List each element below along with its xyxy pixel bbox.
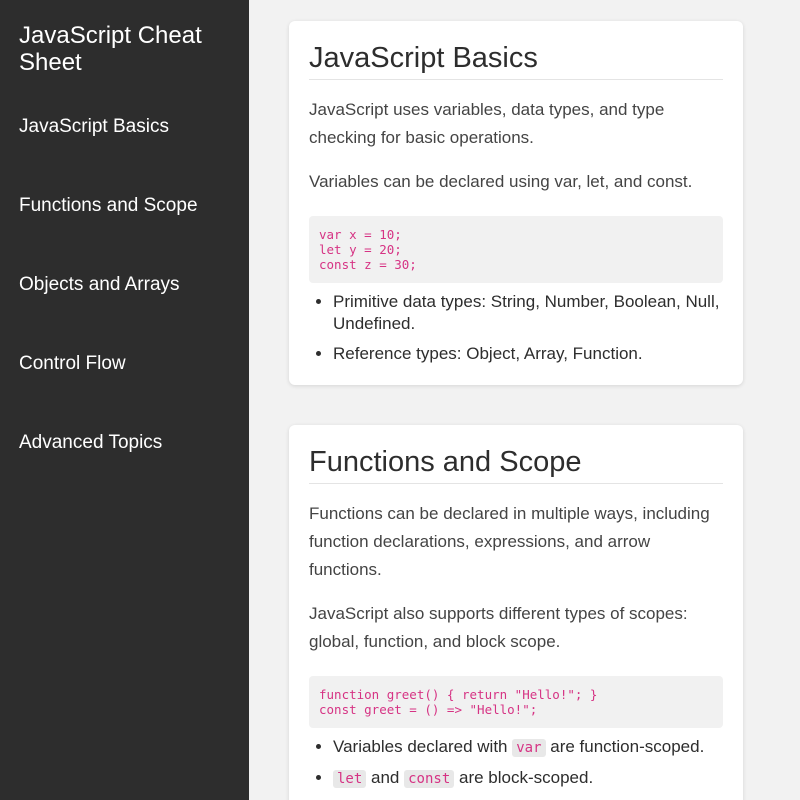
sidebar-item-objects-and-arrays[interactable]: Objects and Arrays [19,274,229,296]
code-block: var x = 10; let y = 20; const z = 30; [309,216,723,283]
section-paragraph: JavaScript uses variables, data types, a… [309,100,665,147]
inline-code: let [333,770,367,788]
section-card-functions-and-scope: Functions and Scope Functions can be dec… [289,425,743,800]
sidebar-item-functions-and-scope[interactable]: Functions and Scope [19,195,229,217]
main-content[interactable]: JavaScript Basics JavaScript uses variab… [249,0,800,800]
sidebar-nav: JavaScript Basics Functions and Scope Ob… [19,116,229,454]
list-item-text: are function-scoped. [545,737,705,756]
section-paragraph: JavaScript also supports different types… [309,604,688,651]
code-block: function greet() { return "Hello!"; } co… [309,676,723,728]
sidebar: JavaScript Cheat Sheet JavaScript Basics… [0,0,249,800]
section-title: JavaScript Basics [309,41,723,80]
bullet-list: Primitive data types: String, Number, Bo… [309,291,723,365]
sidebar-item-javascript-basics[interactable]: JavaScript Basics [19,116,229,138]
page-layout: JavaScript Cheat Sheet JavaScript Basics… [0,0,800,800]
list-item: Variables declared with var are function… [333,736,723,759]
section-paragraph: Variables can be declared using var, let… [309,172,693,191]
section-title: Functions and Scope [309,445,723,484]
bullet-list: Variables declared with var are function… [309,736,723,790]
inline-code: var [512,739,546,757]
sidebar-item-control-flow[interactable]: Control Flow [19,353,229,375]
list-item-text: and [366,768,405,787]
list-item-text: are block-scoped. [454,768,594,787]
sidebar-item-advanced-topics[interactable]: Advanced Topics [19,432,229,454]
list-item: let and const are block-scoped. [333,767,723,790]
list-item: Reference types: Object, Array, Function… [333,343,723,365]
list-item: Primitive data types: String, Number, Bo… [333,291,723,335]
section-card-javascript-basics: JavaScript Basics JavaScript uses variab… [289,21,743,385]
sidebar-title: JavaScript Cheat Sheet [19,22,202,76]
section-paragraph: Functions can be declared in multiple wa… [309,504,710,579]
list-item-text: Variables declared with [333,737,513,756]
inline-code: const [404,770,455,788]
